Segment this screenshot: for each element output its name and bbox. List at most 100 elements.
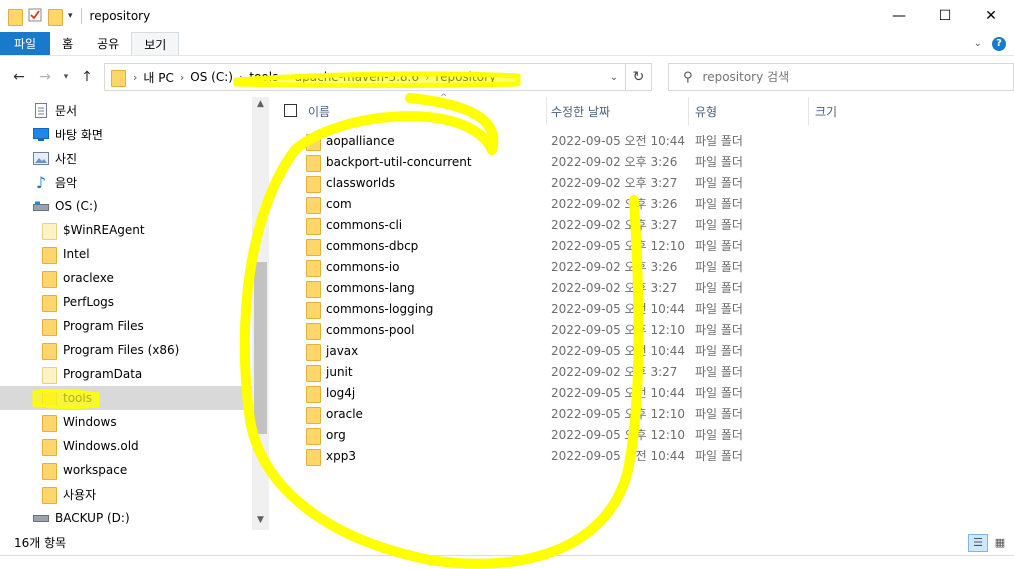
customize-toolbar-icon[interactable]: ▾ [68, 11, 73, 21]
tab-view[interactable]: 보기 [131, 32, 180, 55]
breadcrumb-os-c[interactable]: OS (C:) [190, 70, 233, 84]
minimize-button[interactable]: — [876, 0, 922, 32]
column-header-date[interactable]: 수정한 날짜 [545, 97, 689, 125]
table-row[interactable]: org 2022-09-05 오후 12:10 파일 폴더 [270, 424, 1014, 445]
help-icon[interactable]: ? [992, 36, 1006, 51]
tab-share[interactable]: 공유 [85, 32, 131, 55]
folder-icon [111, 69, 126, 87]
ribbon-tabs: 파일 홈 공유 보기 ⌄ ? [0, 32, 1014, 56]
forward-arrow-icon[interactable]: → [32, 69, 58, 85]
table-row[interactable]: backport-util-concurrent 2022-09-02 오후 3… [270, 151, 1014, 172]
properties-check-icon[interactable] [28, 8, 42, 25]
file-name: classworlds [326, 175, 396, 190]
file-name-cell: commons-pool [306, 319, 414, 340]
nav-item-music[interactable]: ♪ 음악 [0, 170, 252, 194]
new-folder-icon[interactable] [48, 8, 63, 26]
nav-item-label: 사진 [55, 151, 78, 166]
folder-icon [40, 414, 58, 432]
breadcrumb-this-pc[interactable]: 내 PC [143, 69, 173, 86]
back-arrow-icon[interactable]: ← [6, 69, 32, 85]
search-box[interactable]: ⚲ [668, 63, 1014, 91]
tab-home[interactable]: 홈 [50, 32, 85, 55]
folder-icon [40, 486, 58, 504]
folder-icon [40, 270, 58, 288]
table-row[interactable]: junit 2022-09-02 오후 3:27 파일 폴더 [270, 361, 1014, 382]
refresh-icon[interactable]: ↻ [625, 64, 651, 90]
breadcrumb-separator[interactable]: › [180, 71, 184, 84]
folder-icon [306, 238, 326, 256]
scrollbar-thumb[interactable] [254, 262, 267, 434]
table-row[interactable]: commons-cli 2022-09-02 오후 3:27 파일 폴더 [270, 214, 1014, 235]
recent-locations-icon[interactable]: ▾ [58, 72, 74, 82]
search-input[interactable] [702, 70, 903, 84]
column-header-size[interactable]: 크기 [809, 97, 909, 125]
scroll-down-icon[interactable]: ▼ [252, 515, 269, 525]
nav-item-users[interactable]: 사용자 [0, 482, 252, 506]
window-title: repository [89, 9, 151, 23]
address-bar[interactable]: › 내 PC › OS (C:) › tools › apache-maven-… [104, 63, 652, 91]
folder-icon [40, 246, 58, 264]
breadcrumb-separator[interactable]: › [284, 71, 288, 84]
table-row[interactable]: commons-io 2022-09-02 오후 3:26 파일 폴더 [270, 256, 1014, 277]
tab-file[interactable]: 파일 [0, 32, 51, 55]
table-row[interactable]: oracle 2022-09-05 오후 12:10 파일 폴더 [270, 403, 1014, 424]
nav-scrollbar[interactable]: ▲ ▼ [252, 97, 269, 530]
address-dropdown-icon[interactable]: ⌄ [605, 64, 623, 90]
expand-ribbon-icon[interactable]: ⌄ [974, 38, 982, 49]
file-name-cell: junit [306, 361, 353, 382]
table-row[interactable]: commons-lang 2022-09-02 오후 3:27 파일 폴더 [270, 277, 1014, 298]
nav-item-documents[interactable]: 문서 [0, 98, 252, 122]
nav-item-programdata[interactable]: ProgramData [0, 362, 252, 386]
table-row[interactable]: commons-logging 2022-09-05 오전 10:44 파일 폴… [270, 298, 1014, 319]
file-type: 파일 폴더 [695, 302, 743, 316]
table-row[interactable]: commons-pool 2022-09-05 오후 12:10 파일 폴더 [270, 319, 1014, 340]
nav-item-label: Program Files [63, 319, 144, 333]
file-name-cell: aopalliance [306, 130, 395, 151]
breadcrumb-apache-maven[interactable]: apache-maven-3.8.6 [295, 70, 419, 84]
maximize-button[interactable]: ☐ [922, 0, 968, 32]
nav-item-windows[interactable]: Windows [0, 410, 252, 434]
file-type: 파일 폴더 [695, 407, 743, 421]
file-date: 2022-09-02 오후 3:26 [551, 260, 678, 274]
breadcrumb-tools[interactable]: tools [249, 70, 278, 84]
file-name: javax [326, 343, 359, 358]
table-row[interactable]: commons-dbcp 2022-09-05 오후 12:10 파일 폴더 [270, 235, 1014, 256]
column-header-type[interactable]: 유형 [689, 97, 809, 125]
breadcrumb-separator[interactable]: › [239, 71, 243, 84]
nav-item-winreagent[interactable]: $WinREAgent [0, 218, 252, 242]
nav-item-label: OS (C:) [55, 199, 98, 213]
nav-item-windows-old[interactable]: Windows.old [0, 434, 252, 458]
nav-item-workspace[interactable]: workspace [0, 458, 252, 482]
close-button[interactable]: ✕ [968, 0, 1014, 32]
nav-item-backup-d[interactable]: BACKUP (D:) [0, 506, 252, 530]
breadcrumb-repository[interactable]: repository [435, 70, 496, 84]
table-row[interactable]: xpp3 2022-09-05 오전 10:44 파일 폴더 [270, 445, 1014, 466]
nav-item-os-c[interactable]: OS (C:) [0, 194, 252, 218]
table-row[interactable]: classworlds 2022-09-02 오후 3:27 파일 폴더 [270, 172, 1014, 193]
table-row[interactable]: javax 2022-09-05 오전 10:44 파일 폴더 [270, 340, 1014, 361]
nav-item-pictures[interactable]: 사진 [0, 146, 252, 170]
column-header-name[interactable]: 이름 ^ [302, 93, 547, 125]
scroll-up-icon[interactable]: ▲ [252, 99, 269, 109]
file-type: 파일 폴더 [695, 134, 743, 148]
up-arrow-icon[interactable]: ↑ [74, 69, 100, 85]
table-row[interactable]: com 2022-09-02 오후 3:26 파일 폴더 [270, 193, 1014, 214]
breadcrumb-separator[interactable]: › [425, 71, 429, 84]
folder-icon[interactable] [8, 8, 23, 26]
large-icons-view-icon[interactable]: ▦ [990, 534, 1010, 552]
nav-item-label: ProgramData [63, 367, 143, 381]
nav-item-oraclexe[interactable]: oraclexe [0, 266, 252, 290]
table-row[interactable]: log4j 2022-09-05 오전 10:44 파일 폴더 [270, 382, 1014, 403]
details-view-icon[interactable]: ☰ [968, 533, 988, 552]
table-row[interactable]: aopalliance 2022-09-05 오전 10:44 파일 폴더 [270, 130, 1014, 151]
nav-item-tools[interactable]: tools [0, 386, 252, 410]
file-type: 파일 폴더 [695, 176, 743, 190]
file-date: 2022-09-02 오후 3:27 [551, 365, 678, 379]
nav-item-desktop[interactable]: 바탕 화면 [0, 122, 252, 146]
select-all-checkbox[interactable] [284, 104, 297, 117]
nav-item-perflogs[interactable]: PerfLogs [0, 290, 252, 314]
nav-item-program-files-x86[interactable]: Program Files (x86) [0, 338, 252, 362]
nav-item-program-files[interactable]: Program Files [0, 314, 252, 338]
file-type: 파일 폴더 [695, 386, 743, 400]
nav-item-intel[interactable]: Intel [0, 242, 252, 266]
